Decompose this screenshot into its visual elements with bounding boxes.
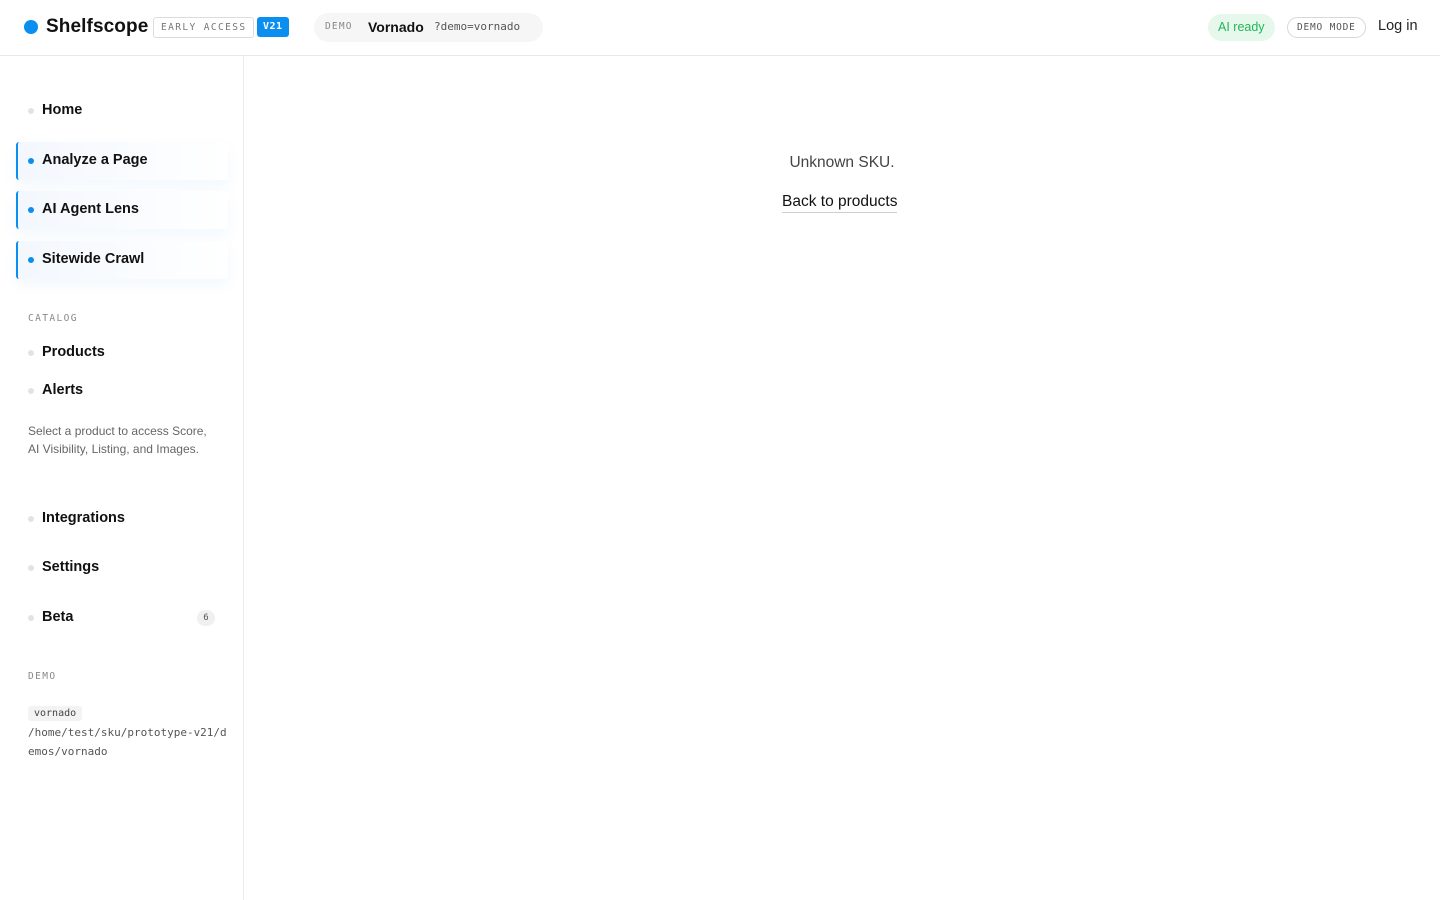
nav-dot-icon [28, 350, 34, 356]
catalog-hint: Select a product to access Score, AI Vis… [28, 424, 207, 456]
sidebar-item-sitewide-crawl[interactable]: Sitewide Crawl [16, 241, 228, 279]
ai-status-badge: AI ready [1208, 14, 1275, 41]
demo-mode-badge: DEMO MODE [1287, 17, 1366, 38]
login-link[interactable]: Log in [1378, 18, 1418, 34]
nav-dot-icon [28, 108, 34, 114]
sidebar-item-beta[interactable]: Beta 6 [16, 599, 228, 637]
demo-heading: DEMO [28, 671, 57, 682]
sidebar-item-analyze-page[interactable]: Analyze a Page [16, 142, 228, 180]
nav-dot-icon [28, 516, 34, 522]
demo-selector[interactable]: DEMO Vornado ?demo=vornado [314, 13, 543, 42]
nav-dot-icon [28, 388, 34, 394]
sidebar-item-label: Analyze a Page [42, 152, 148, 168]
sidebar-item-label: Beta [42, 609, 74, 625]
sidebar-item-label: Alerts [42, 382, 84, 398]
sidebar-item-settings[interactable]: Settings [16, 549, 228, 587]
sidebar-item-label: Settings [42, 559, 100, 575]
demo-query: ?demo=vornado [434, 20, 521, 33]
demo-path: /home/test/sku/prototype-v21/demos/vorna… [28, 726, 227, 758]
sidebar-item-products[interactable]: Products [16, 334, 228, 372]
nav-dot-icon [28, 158, 34, 164]
version-badge: V21 [257, 17, 289, 37]
main-content: Unknown SKU. Back to products [244, 56, 1440, 900]
demo-chip: vornado [28, 706, 83, 721]
sidebar-item-label: Integrations [42, 510, 125, 526]
brand-name[interactable]: Shelfscope [46, 16, 148, 38]
top-bar: Shelfscope EARLY ACCESS V21 DEMO Vornado… [0, 0, 1440, 56]
nav-dot-icon [28, 207, 34, 213]
sidebar-item-label: Sitewide Crawl [42, 251, 145, 267]
sidebar-item-home[interactable]: Home [16, 92, 228, 130]
sidebar-item-alerts[interactable]: Alerts [16, 372, 228, 410]
sidebar-item-ai-agent-lens[interactable]: AI Agent Lens [16, 191, 228, 229]
sidebar: Home Analyze a Page AI Agent Lens Sitewi… [0, 56, 244, 900]
sidebar-item-label: AI Agent Lens [42, 201, 139, 217]
sidebar-item-integrations[interactable]: Integrations [16, 500, 228, 538]
logo-dot-icon [24, 20, 38, 34]
back-to-products-link[interactable]: Back to products [782, 193, 898, 213]
unknown-sku-message: Unknown SKU. [789, 154, 895, 171]
sidebar-item-label: Home [42, 102, 83, 118]
demo-tag: DEMO [325, 21, 353, 32]
beta-count-badge: 6 [197, 610, 215, 626]
early-access-badge: EARLY ACCESS [153, 17, 255, 38]
sidebar-item-label: Products [42, 344, 105, 360]
nav-dot-icon [28, 565, 34, 571]
nav-dot-icon [28, 615, 34, 621]
nav-dot-icon [28, 257, 34, 263]
catalog-heading: CATALOG [28, 313, 78, 324]
demo-name: Vornado [368, 19, 424, 35]
